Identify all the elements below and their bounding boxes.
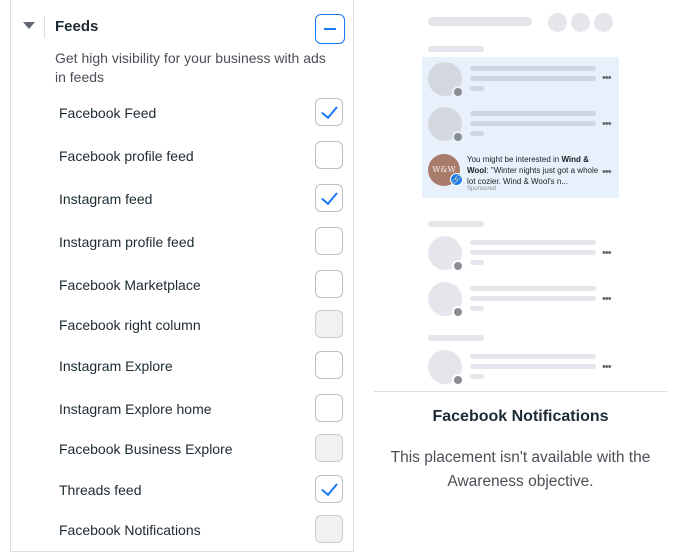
skeleton-bar xyxy=(470,260,484,265)
divider xyxy=(374,391,667,392)
check-icon xyxy=(321,187,338,206)
notification-body: : "Winter nights just got a whole lot co… xyxy=(467,166,599,186)
placement-option[interactable]: Facebook Feed xyxy=(11,96,355,130)
placement-option[interactable]: Instagram Explore xyxy=(11,349,355,383)
placement-checkbox-disabled xyxy=(315,310,343,338)
more-icon[interactable]: ••• xyxy=(602,362,612,373)
placement-option[interactable]: Instagram Explore home xyxy=(11,392,355,426)
more-icon[interactable]: ••• xyxy=(602,119,612,130)
placement-option[interactable]: Threads feed xyxy=(11,473,355,507)
placement-option-label: Facebook Business Explore xyxy=(59,441,233,457)
placement-title: Facebook Notifications xyxy=(432,408,609,425)
feeds-section-title: Feeds xyxy=(55,18,99,35)
skeleton-bar xyxy=(470,86,484,91)
placement-option-label: Threads feed xyxy=(59,482,142,498)
sponsored-label: Sponsored xyxy=(467,186,497,192)
placement-option-label: Instagram profile feed xyxy=(59,234,195,250)
minus-icon xyxy=(324,28,336,30)
skeleton-bar xyxy=(470,286,596,291)
skeleton-bar xyxy=(428,335,484,341)
skeleton-bar xyxy=(470,374,484,379)
skeleton-bar xyxy=(470,131,484,136)
placement-checkbox[interactable] xyxy=(315,351,343,379)
more-icon[interactable]: ••• xyxy=(602,73,612,84)
placement-option: Facebook Notifications xyxy=(11,513,355,547)
more-icon[interactable]: ••• xyxy=(602,167,612,178)
placement-option: Facebook Business Explore xyxy=(11,432,355,466)
feeds-select-all-checkbox[interactable] xyxy=(315,14,345,44)
placement-option[interactable]: Facebook Marketplace xyxy=(11,268,355,302)
skeleton-bar xyxy=(470,76,596,81)
placement-option-label: Instagram feed xyxy=(59,191,153,207)
divider xyxy=(44,16,45,38)
placement-option-label: Facebook right column xyxy=(59,317,201,333)
placement-option-label: Facebook Marketplace xyxy=(59,277,201,293)
check-icon xyxy=(321,101,338,120)
caret-down-icon[interactable] xyxy=(23,22,35,29)
placement-checkbox[interactable] xyxy=(315,475,343,503)
skeleton-bar xyxy=(470,121,596,126)
placement-option-label: Facebook Notifications xyxy=(59,522,201,538)
placement-option-label: Instagram Explore xyxy=(59,358,173,374)
skeleton-bar xyxy=(470,111,596,116)
skeleton-avatar xyxy=(428,236,464,272)
placement-checkbox-disabled xyxy=(315,434,343,462)
skeleton-bar xyxy=(428,221,484,227)
placement-option[interactable]: Instagram feed xyxy=(11,182,355,216)
placement-option-label: Facebook profile feed xyxy=(59,148,194,164)
skeleton-avatar xyxy=(428,350,464,386)
sponsored-notification-text: You might be interested in Wind & Wool: … xyxy=(467,154,599,187)
skeleton-bar xyxy=(470,364,596,369)
skeleton-circle xyxy=(571,13,590,32)
placement-checkbox[interactable] xyxy=(315,227,343,255)
feeds-description: Get high visibility for your business wi… xyxy=(55,50,326,85)
skeleton-bar xyxy=(428,46,484,52)
skeleton-circle xyxy=(548,13,567,32)
skeleton-bar xyxy=(470,250,596,255)
notification-prefix: You might be interested in xyxy=(467,155,562,164)
placement-checkbox-disabled xyxy=(315,515,343,543)
placement-checkbox[interactable] xyxy=(315,184,343,212)
feeds-panel: Feeds Get high visibility for your busin… xyxy=(10,0,354,552)
placement-checkbox[interactable] xyxy=(315,394,343,422)
skeleton-bar xyxy=(470,66,596,71)
skeleton-bar xyxy=(470,306,484,311)
more-icon[interactable]: ••• xyxy=(602,294,612,305)
skeleton-bar xyxy=(428,17,532,26)
placement-option: Facebook right column xyxy=(11,308,355,342)
placement-checkbox[interactable] xyxy=(315,98,343,126)
placement-unavailable-message: This placement isn't available with the … xyxy=(390,449,651,490)
placement-option[interactable]: Instagram profile feed xyxy=(11,225,355,259)
skeleton-bar xyxy=(470,296,596,301)
placement-checkbox[interactable] xyxy=(315,270,343,298)
skeleton-avatar xyxy=(428,107,464,143)
more-icon[interactable]: ••• xyxy=(602,248,612,259)
placement-option[interactable]: Facebook profile feed xyxy=(11,139,355,173)
placement-option-label: Instagram Explore home xyxy=(59,401,212,417)
link-icon: 🔗 xyxy=(450,173,463,186)
skeleton-avatar xyxy=(428,282,464,318)
placement-checkbox[interactable] xyxy=(315,141,343,169)
skeleton-avatar xyxy=(428,62,464,98)
skeleton-bar xyxy=(470,240,596,245)
check-icon xyxy=(321,478,338,497)
skeleton-circle xyxy=(594,13,613,32)
placement-option-label: Facebook Feed xyxy=(59,105,157,121)
skeleton-bar xyxy=(470,354,596,359)
